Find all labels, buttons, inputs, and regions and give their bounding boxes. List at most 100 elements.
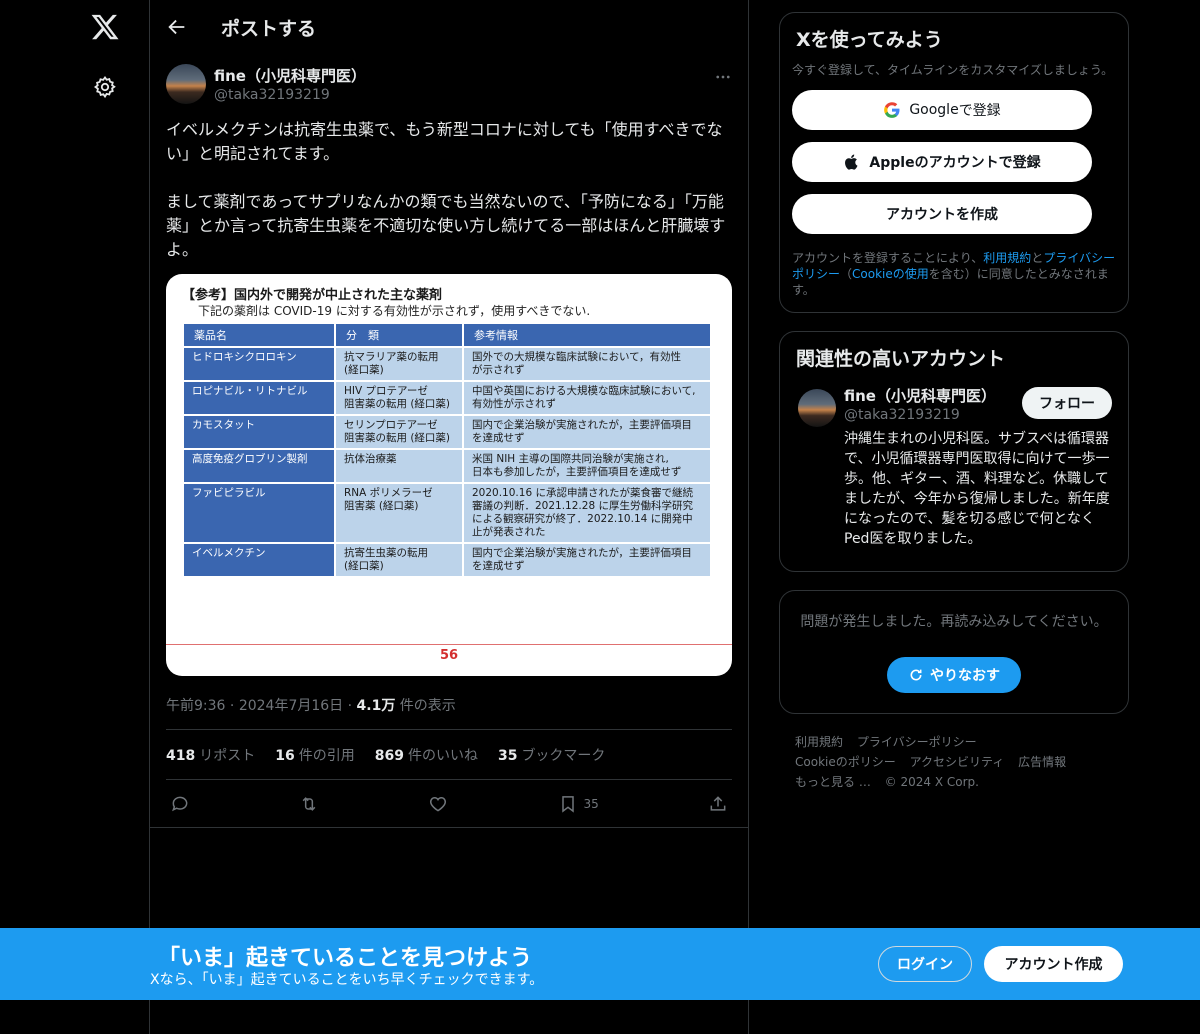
related-accounts-card: 関連性の高いアカウント fine（小児科専門医） @taka32193219 フ… <box>779 331 1129 572</box>
slide-title: 【参考】国内外で開発が中止された主な薬剤 <box>182 288 443 303</box>
table-cell: RNA ポリメラーゼ 阻害薬 (経口薬) <box>336 484 462 542</box>
table-row: ヒドロキシクロロキン 抗マラリア薬の転用 (経口薬) 国外での大規模な臨床試験におい… <box>184 348 710 380</box>
footer-link-cookie[interactable]: Cookieのポリシー <box>795 755 896 769</box>
footer-copyright: © 2024 X Corp. <box>884 775 979 789</box>
meta-separator: · <box>347 698 357 714</box>
signup-card: Xを使ってみよう 今すぐ登録して、タイムラインをカスタマイズしましょう。 Goo… <box>779 12 1129 313</box>
login-banner: 「いま」起きていることを見つけよう Xなら、「いま」起きていることをいち早くチェ… <box>0 928 1200 1000</box>
slide-divider <box>166 644 732 645</box>
table-cell: 抗体治療薬 <box>336 450 462 482</box>
table-row: 高度免疫グロブリン製剤 抗体治療薬 米国 NIH 主導の国際共同治験が実施され, 日… <box>184 450 710 482</box>
tweet-date[interactable]: 2024年7月16日 <box>239 698 343 714</box>
table-cell: HIV プロテアーゼ 阻害薬の転用 (経口薬) <box>336 382 462 414</box>
error-message: 問題が発生しました。再読み込みしてください。 <box>800 614 1108 630</box>
meta-separator: · <box>229 698 239 714</box>
share-icon <box>710 795 726 811</box>
author-name[interactable]: fine（小児科専門医） <box>214 65 366 86</box>
google-brand: Google <box>909 102 959 118</box>
likes-stat[interactable]: 869 件のいいね <box>375 745 478 765</box>
main-column: ポストする fine（小児科専門医） @taka32193219 イベルメクチン… <box>149 0 749 1034</box>
signup-button[interactable]: アカウント作成 <box>984 946 1123 982</box>
apple-signup-label: Appleのアカウントで登録 <box>869 155 1041 171</box>
table-cell: セリンプロテアーゼ 阻害薬の転用 (経口薬) <box>336 416 462 448</box>
gear-icon[interactable] <box>93 75 117 99</box>
related-name[interactable]: fine（小児科専門医） <box>844 385 996 406</box>
signup-title: Xを使ってみよう <box>796 29 943 51</box>
back-arrow-icon[interactable] <box>166 16 188 38</box>
tweet-text: イベルメクチンは抗寄生虫薬で、もう新型コロナに対しても「使用すべきでない」と明記… <box>166 120 726 259</box>
retry-button[interactable]: やりなおす <box>887 657 1021 693</box>
table-cell: 抗寄生虫薬の転用 (経口薬) <box>336 544 462 576</box>
footer-links: 利用規約 プライバシーポリシー Cookieのポリシー アクセシビリティ 広告情… <box>779 732 1129 792</box>
table-cell: ファビピラビル <box>184 484 334 542</box>
views-count: 4.1万 <box>356 698 396 714</box>
related-account[interactable]: fine（小児科専門医） @taka32193219 フォロー 沖縄生まれの小児… <box>792 381 1116 557</box>
create-account-label: アカウントを作成 <box>886 207 998 223</box>
table-row: ロピナビル・リトナビル HIV プロテアーゼ 阻害薬の転用 (経口薬) 中国や英国に… <box>184 382 710 414</box>
follow-button[interactable]: フォロー <box>1022 387 1112 419</box>
table-cell: 抗マラリア薬の転用 (経口薬) <box>336 348 462 380</box>
tweet-meta: 午前9:36 · 2024年7月16日 · 4.1万 件の表示 <box>166 696 732 730</box>
reposts-stat[interactable]: 418 リポスト <box>166 745 255 765</box>
avatar[interactable] <box>166 64 206 104</box>
retry-label: やりなおす <box>930 668 1000 684</box>
terms-link[interactable]: 利用規約 <box>983 251 1031 265</box>
tweet-actions: 35 <box>150 780 748 828</box>
left-nav <box>0 0 150 1034</box>
related-title: 関連性の高いアカウント <box>796 348 1006 370</box>
create-account-button[interactable]: アカウントを作成 <box>792 194 1092 234</box>
signup-legal-text: アカウントを登録することにより、利用規約とプライバシーポリシー（Cookieの使… <box>792 251 1116 297</box>
page-header: ポストする <box>150 0 748 54</box>
bookmark-button[interactable]: 35 <box>558 794 599 814</box>
bookmarks-stat[interactable]: 35 ブックマーク <box>498 745 605 765</box>
tweet-media-image[interactable]: 【参考】国内外で開発が中止された主な薬剤 下記の薬剤は COVID-19 に対す… <box>166 274 732 676</box>
drug-table: 薬品名 分 類 参考情報 ヒドロキシクロロキン 抗マラリア薬の転用 (経口薬) 国外… <box>182 322 712 578</box>
table-cell: ロピナビル・リトナビル <box>184 382 334 414</box>
table-header: 薬品名 <box>184 324 334 346</box>
footer-link-terms[interactable]: 利用規約 <box>795 735 843 749</box>
footer-link-ads[interactable]: 広告情報 <box>1018 755 1066 769</box>
repost-icon <box>302 796 316 811</box>
table-cell: 2020.10.16 に承認申請されたが薬食審で継続 審議の判断．2021.12… <box>464 484 710 542</box>
table-header: 参考情報 <box>464 324 710 346</box>
share-button[interactable] <box>708 794 728 814</box>
table-cell: イベルメクチン <box>184 544 334 576</box>
related-handle[interactable]: @taka32193219 <box>844 407 960 423</box>
page-title: ポストする <box>221 17 317 40</box>
refresh-icon <box>910 669 922 681</box>
table-cell: 米国 NIH 主導の国際共同治験が実施され, 日本も参加したが，主要評価項目を達… <box>464 450 710 482</box>
table-header: 分 類 <box>336 324 462 346</box>
reply-button[interactable] <box>170 794 190 814</box>
apple-icon <box>845 154 858 170</box>
author-handle[interactable]: @taka32193219 <box>214 87 330 103</box>
tweet-time[interactable]: 午前9:36 <box>166 698 225 714</box>
cookie-link[interactable]: Cookieの使用 <box>852 267 929 281</box>
like-button[interactable] <box>428 794 448 814</box>
signup-subtitle: 今すぐ登録して、タイムラインをカスタマイズしましょう。 <box>792 63 1114 77</box>
table-cell: 国内で企業治験が実施されたが，主要評価項目 を達成せず <box>464 416 710 448</box>
trends-error-card: 問題が発生しました。再読み込みしてください。 やりなおす <box>779 590 1129 714</box>
avatar[interactable] <box>798 389 836 427</box>
related-bio: 沖縄生まれの小児科医。サブスペは循環器で、小児循環器専門医取得に向けて一歩一歩。… <box>844 431 1110 547</box>
footer-link-privacy[interactable]: プライバシーポリシー <box>857 735 977 749</box>
footer-link-more[interactable]: もっと見る … <box>795 775 871 789</box>
login-button[interactable]: ログイン <box>878 946 972 982</box>
table-cell: 国内で企業治験が実施されたが，主要評価項目 を達成せず <box>464 544 710 576</box>
more-icon[interactable] <box>714 68 732 86</box>
google-icon <box>884 102 900 118</box>
google-signup-label: で登録 <box>958 103 1001 119</box>
google-signup-button[interactable]: Google で登録 <box>792 90 1092 130</box>
apple-signup-button[interactable]: Appleのアカウントで登録 <box>792 142 1092 182</box>
footer-link-accessibility[interactable]: アクセシビリティ <box>910 755 1005 769</box>
table-cell: 高度免疫グロブリン製剤 <box>184 450 334 482</box>
quotes-stat[interactable]: 16 件の引用 <box>275 745 354 765</box>
table-cell: 国外での大規模な臨床試験において，有効性 が示されず <box>464 348 710 380</box>
repost-button[interactable] <box>299 794 319 814</box>
banner-subtitle: Xなら、「いま」起きていることをいち早くチェックできます。 <box>150 972 544 988</box>
table-cell: 中国や英国における大規模な臨床試験において, 有効性が示されず <box>464 382 710 414</box>
slide-page-number: 56 <box>439 648 459 663</box>
table-row: ファビピラビル RNA ポリメラーゼ 阻害薬 (経口薬) 2020.10.16 に承… <box>184 484 710 542</box>
views-label: 件の表示 <box>399 698 456 714</box>
x-logo-icon[interactable] <box>90 12 120 42</box>
banner-title: 「いま」起きていることを見つけよう <box>158 946 533 971</box>
